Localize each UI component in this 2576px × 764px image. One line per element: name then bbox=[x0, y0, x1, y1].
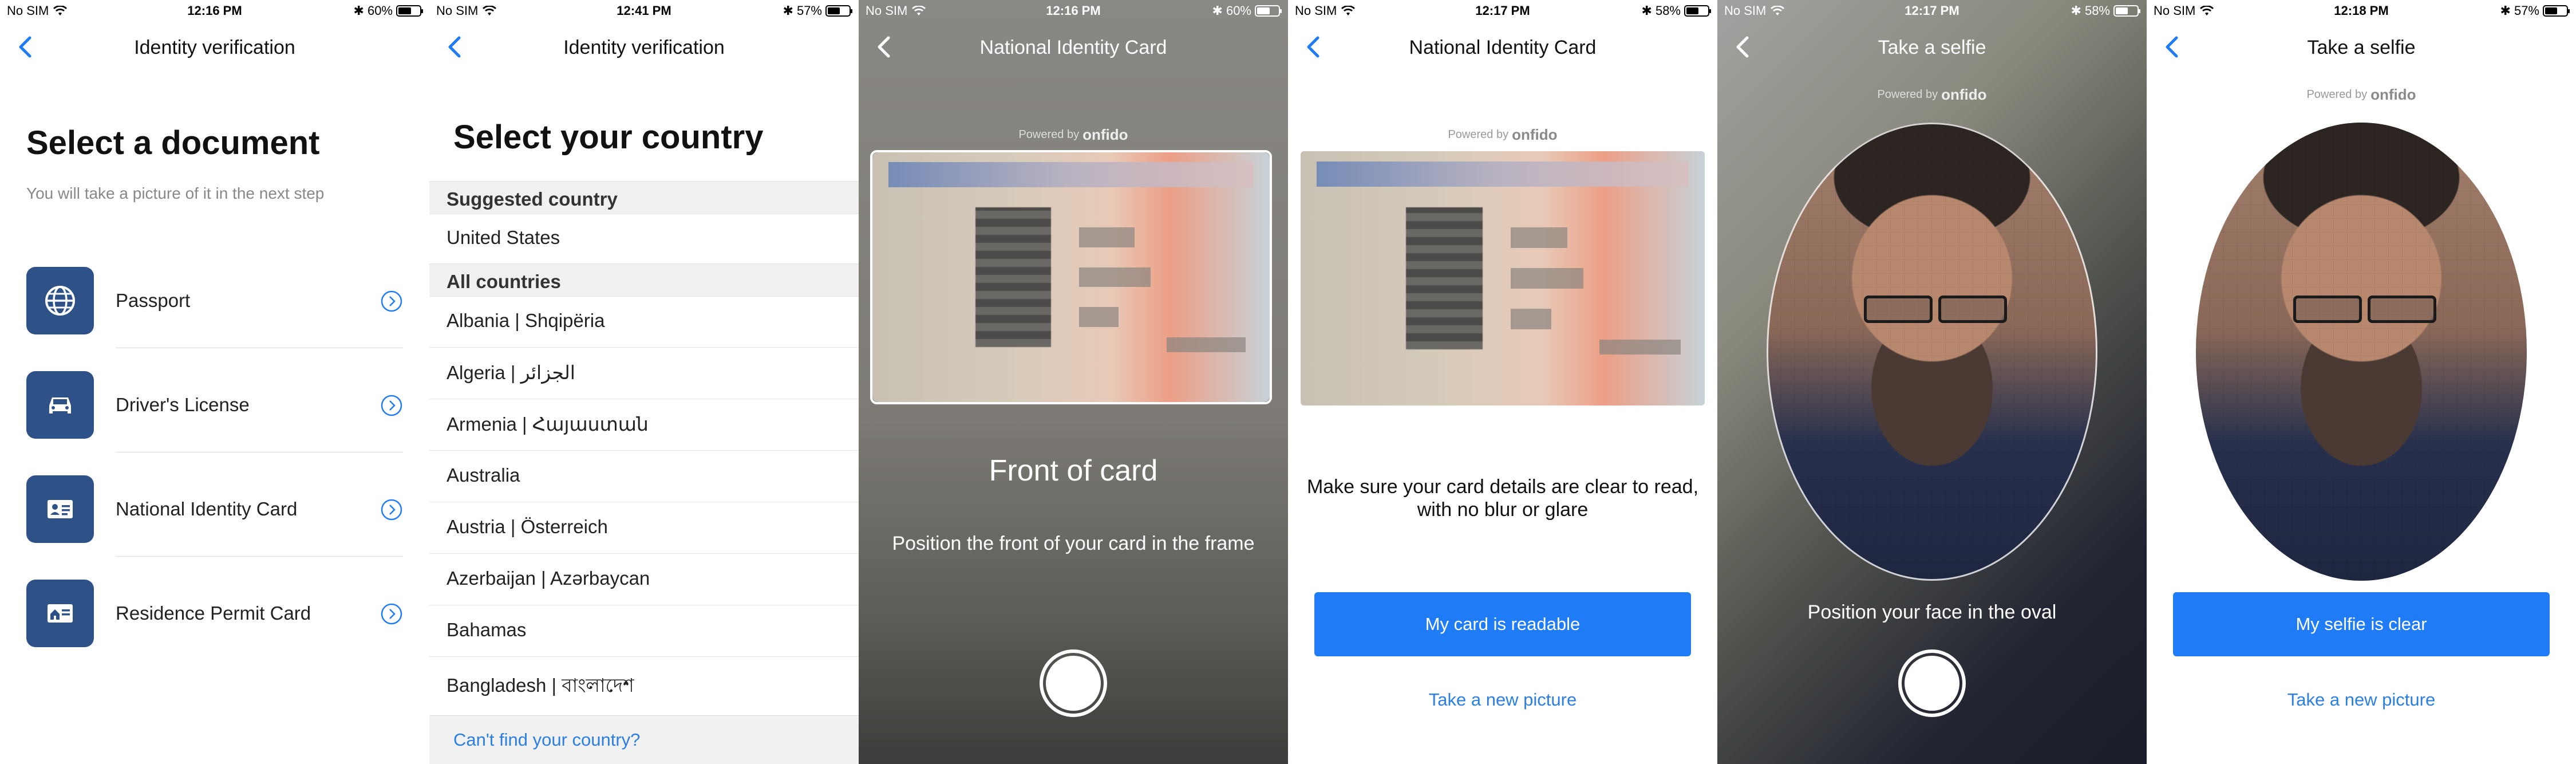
section-header-suggested: Suggested country bbox=[429, 181, 859, 214]
onfido-logo: onfido bbox=[1941, 86, 1987, 103]
bluetooth-icon: ✱ bbox=[2500, 3, 2511, 18]
battery-percent: 57% bbox=[2514, 3, 2539, 18]
status-bar: No SIM 12:17 PM ✱ 58% bbox=[1288, 0, 1717, 23]
screen-confirm-card: No SIM 12:17 PM ✱ 58% National Identity C… bbox=[1288, 0, 1717, 764]
nav-bar: Identity verification bbox=[429, 23, 859, 72]
chevron-circle-icon bbox=[381, 499, 402, 521]
nav-title: National Identity Card bbox=[1409, 37, 1597, 58]
nav-bar: Take a selfie bbox=[1717, 23, 2147, 72]
nav-title: Identity verification bbox=[563, 37, 725, 58]
onfido-logo: onfido bbox=[2370, 86, 2416, 103]
chevron-circle-icon bbox=[381, 290, 402, 312]
cant-find-country-link[interactable]: Can't find your country? bbox=[429, 715, 859, 764]
battery-icon bbox=[2543, 5, 2570, 17]
chevron-circle-icon bbox=[381, 395, 402, 416]
screen-select-document: No SIM 12:16 PM ✱ 60% Identity verificati… bbox=[0, 0, 429, 764]
battery-percent: 57% bbox=[796, 3, 822, 18]
selfie-instruction: Position your face in the oval bbox=[1807, 601, 2057, 623]
bluetooth-icon: ✱ bbox=[1212, 3, 1223, 18]
confirm-message: Make sure your card details are clear to… bbox=[1306, 476, 1699, 521]
page-subtitle: You will take a picture of it in the nex… bbox=[26, 184, 325, 202]
nav-title: Take a selfie bbox=[2307, 37, 2416, 58]
battery-icon bbox=[2113, 5, 2140, 17]
powered-by-onfido: Powered by onfido bbox=[1018, 126, 1128, 143]
status-bar: No SIM 12:16 PM ✱ 60% bbox=[859, 0, 1288, 23]
capture-instruction: Position the front of your card in the f… bbox=[892, 533, 1255, 554]
card-readable-button[interactable]: My card is readable bbox=[1314, 592, 1691, 656]
document-option-residence-permit[interactable]: Residence Permit Card bbox=[26, 557, 403, 661]
onfido-logo: onfido bbox=[1512, 126, 1558, 143]
shutter-button[interactable] bbox=[1040, 649, 1107, 717]
powered-by-onfido: Powered by onfido bbox=[1877, 86, 1987, 103]
document-label: Driver's License bbox=[116, 394, 250, 415]
take-new-picture-link[interactable]: Take a new picture bbox=[2147, 690, 2576, 710]
chevron-circle-icon bbox=[381, 603, 402, 625]
battery-icon bbox=[1255, 5, 1282, 17]
screen-capture-front: No SIM 12:16 PM ✱ 60% National Identity C… bbox=[859, 0, 1288, 764]
card-photo bbox=[1301, 151, 1705, 405]
country-item[interactable]: Bangladesh | বাংলাদেশ bbox=[429, 657, 859, 708]
country-item-suggested[interactable]: United States bbox=[429, 213, 859, 265]
house-card-icon bbox=[26, 580, 94, 647]
screen-capture-selfie: No SIM 12:17 PM ✱ 58% Take a selfie Power… bbox=[1717, 0, 2147, 764]
nav-bar: National Identity Card bbox=[1288, 23, 1717, 72]
status-bar: No SIM 12:18 PM ✱ 57% bbox=[2147, 0, 2576, 23]
shutter-button[interactable] bbox=[1898, 649, 1966, 717]
battery-icon bbox=[1684, 5, 1711, 17]
nav-bar: National Identity Card bbox=[859, 23, 1288, 72]
country-item[interactable]: Armenia | Հայաստան bbox=[429, 399, 859, 451]
globe-icon bbox=[26, 267, 94, 334]
id-card-icon bbox=[26, 475, 94, 543]
page-title: Select your country bbox=[453, 119, 764, 156]
bluetooth-icon: ✱ bbox=[2071, 3, 2081, 18]
country-item[interactable]: Austria | Österreich bbox=[429, 502, 859, 554]
document-label: Residence Permit Card bbox=[116, 602, 311, 624]
battery-percent: 58% bbox=[1655, 3, 1681, 18]
nav-title: Take a selfie bbox=[1878, 37, 1986, 58]
screen-confirm-selfie: No SIM 12:18 PM ✱ 57% Take a selfie Power… bbox=[2147, 0, 2576, 764]
selfie-photo bbox=[2196, 123, 2527, 581]
screen-select-country: No SIM 12:41 PM ✱ 57% Identity verificati… bbox=[429, 0, 859, 764]
battery-percent: 58% bbox=[2084, 3, 2110, 18]
battery-percent: 60% bbox=[1226, 3, 1251, 18]
onfido-logo: onfido bbox=[1082, 126, 1128, 143]
bluetooth-icon: ✱ bbox=[1641, 3, 1652, 18]
card-frame bbox=[870, 150, 1272, 404]
bluetooth-icon: ✱ bbox=[353, 3, 364, 18]
face-oval-guide bbox=[1767, 123, 2097, 581]
battery-icon bbox=[825, 5, 852, 17]
battery-icon bbox=[396, 5, 423, 17]
nav-title: Identity verification bbox=[134, 37, 295, 58]
country-item[interactable]: Bahamas bbox=[429, 605, 859, 657]
capture-title: Front of card bbox=[989, 454, 1158, 487]
page-title: Select a document bbox=[26, 124, 320, 162]
selfie-clear-button[interactable]: My selfie is clear bbox=[2173, 592, 2550, 656]
status-bar: No SIM 12:17 PM ✱ 58% bbox=[1717, 0, 2147, 23]
country-item[interactable]: Algeria | الجزائر bbox=[429, 348, 859, 399]
status-bar: No SIM 12:16 PM ✱ 60% bbox=[0, 0, 429, 23]
nav-title: National Identity Card bbox=[979, 37, 1167, 58]
status-bar: No SIM 12:41 PM ✱ 57% bbox=[429, 0, 859, 23]
nav-bar: Take a selfie bbox=[2147, 23, 2576, 72]
car-icon bbox=[26, 371, 94, 439]
country-item[interactable]: Australia bbox=[429, 451, 859, 502]
document-label: Passport bbox=[116, 290, 191, 311]
country-item[interactable]: Azerbaijan | Azərbaycan bbox=[429, 554, 859, 605]
document-option-passport[interactable]: Passport bbox=[26, 244, 403, 348]
nav-bar: Identity verification bbox=[0, 23, 429, 72]
section-header-all: All countries bbox=[429, 263, 859, 297]
powered-by-onfido: Powered by onfido bbox=[1448, 126, 1558, 143]
bluetooth-icon: ✱ bbox=[783, 3, 793, 18]
take-new-picture-link[interactable]: Take a new picture bbox=[1288, 690, 1717, 710]
document-label: National Identity Card bbox=[116, 498, 298, 519]
document-option-drivers-license[interactable]: Driver's License bbox=[26, 348, 403, 452]
country-item[interactable]: Albania | Shqipëria bbox=[429, 296, 859, 348]
document-option-national-id[interactable]: National Identity Card bbox=[26, 452, 403, 557]
powered-by-onfido: Powered by onfido bbox=[2306, 86, 2416, 103]
battery-percent: 60% bbox=[367, 3, 393, 18]
